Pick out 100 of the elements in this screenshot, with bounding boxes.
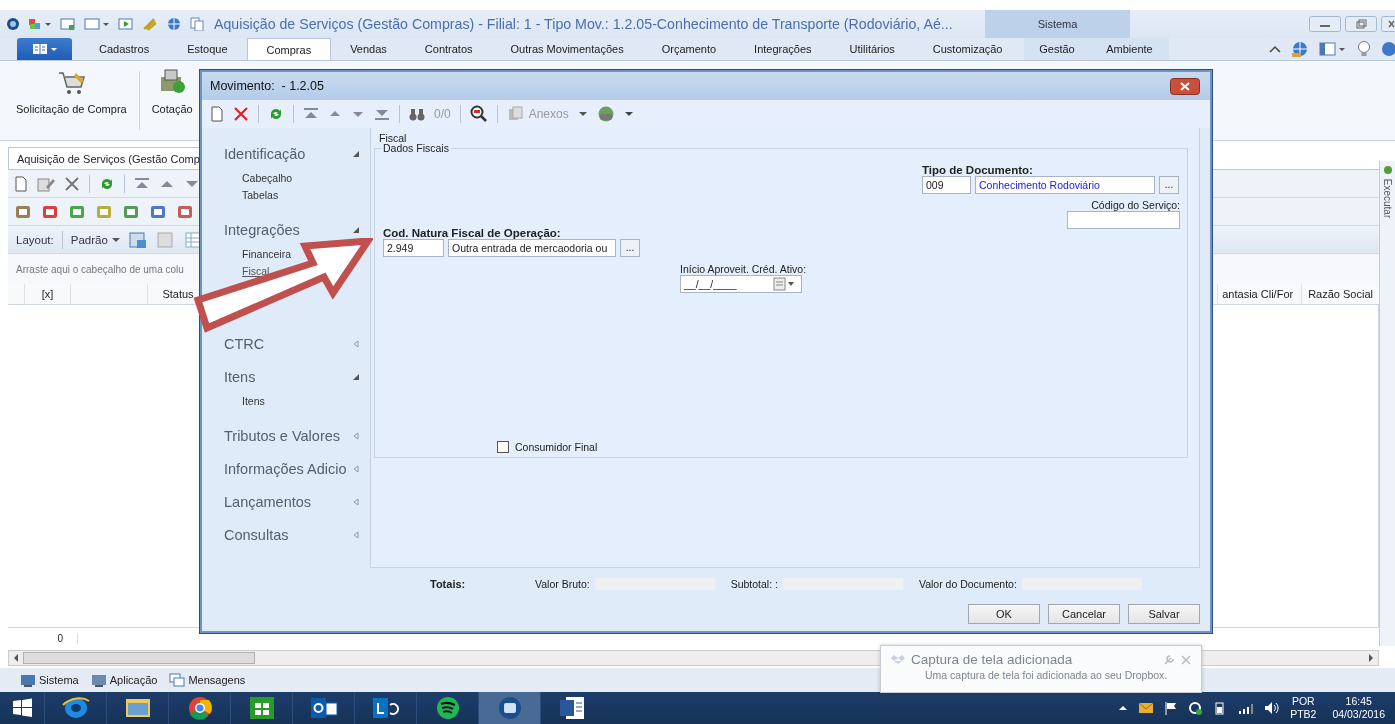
ribbon-tab[interactable]: Compras	[246, 38, 332, 60]
dialog-button[interactable]: OK	[968, 604, 1040, 624]
save-layout-icon[interactable]	[127, 230, 148, 249]
dropdown-icon[interactable]	[577, 111, 588, 117]
collapse-icon[interactable]	[352, 150, 360, 158]
last-record-icon[interactable]	[374, 107, 390, 121]
minimize-button[interactable]	[1309, 16, 1341, 32]
mail-icon[interactable]	[1138, 702, 1155, 714]
ribbon-tab[interactable]: Contratos	[405, 38, 492, 60]
ribbon-tab[interactable]: Ambiente	[1098, 38, 1161, 60]
expand-icon[interactable]	[352, 432, 360, 440]
ribbon-tab[interactable]: Orçamento	[642, 38, 736, 60]
expand-icon[interactable]	[352, 498, 360, 506]
ribbon-tab[interactable]: Utilitários	[830, 38, 914, 60]
panel-tab[interactable]: Aplicação	[90, 672, 158, 688]
code-field[interactable]: 2.949	[383, 239, 444, 257]
delete-icon[interactable]	[64, 175, 80, 192]
dialog-button[interactable]: Salvar	[1128, 604, 1200, 624]
lookup-button[interactable]: ...	[620, 239, 640, 257]
column-header[interactable]: Razão Social	[1302, 284, 1379, 304]
cubes-icon[interactable]	[28, 17, 52, 31]
nav-group-header[interactable]: Identificação	[224, 146, 306, 162]
first-record-icon[interactable]	[303, 107, 319, 121]
ribbon-tab[interactable]: Outras Movimentações	[491, 38, 643, 60]
nav-link[interactable]: Fiscal	[242, 264, 270, 278]
nav-link[interactable]: Itens	[242, 394, 265, 408]
panel-tab[interactable]: Mensagens	[169, 672, 246, 688]
ribbon-tab[interactable]: Estoque	[168, 38, 247, 60]
signal-icon[interactable]	[1238, 701, 1255, 715]
nav-group-header[interactable]: Itens	[224, 369, 256, 385]
window-icon[interactable]	[60, 17, 76, 31]
column-header[interactable]: antasia Cli/For	[1217, 284, 1303, 304]
edit-icon[interactable]	[37, 175, 55, 192]
nav-group-header[interactable]: Informações Adicio	[224, 461, 347, 477]
nav-group-header[interactable]: CTRC	[224, 336, 265, 352]
nav-link[interactable]: Cabeçalho	[242, 171, 293, 185]
expand-icon[interactable]	[352, 531, 360, 539]
dialog-button[interactable]: Cancelar	[1048, 604, 1120, 624]
expand-icon[interactable]	[352, 465, 360, 473]
clock-date[interactable]: 04/03/2016	[1332, 708, 1385, 721]
new-icon[interactable]	[14, 175, 28, 192]
layout-icon[interactable]	[1319, 41, 1347, 57]
calendar-dropdown-icon[interactable]	[773, 277, 795, 291]
nav-group-header[interactable]: Lançamentos	[224, 494, 312, 510]
close-button[interactable]	[1381, 16, 1395, 32]
language-indicator[interactable]: POR	[1291, 695, 1315, 708]
grid-icon[interactable]	[183, 230, 200, 249]
checkbox[interactable]	[497, 441, 509, 453]
globe-icon[interactable]	[596, 105, 615, 123]
help-icon[interactable]	[1381, 41, 1395, 57]
file-menu-button[interactable]	[17, 38, 72, 60]
nav-group-header[interactable]: Tributos e Valores	[224, 428, 341, 444]
description-field[interactable]: Outra entrada de mercaodoria ou	[448, 239, 616, 257]
nav-group-header[interactable]: Integrações	[224, 222, 300, 238]
restore-button[interactable]	[1345, 16, 1377, 32]
ribbon-button[interactable]: Solicitação de Compra	[8, 65, 135, 136]
ribbon-tab[interactable]: Gestão	[1031, 38, 1083, 60]
expand-icon[interactable]	[352, 340, 360, 348]
nav-link[interactable]: Tabelas	[242, 188, 279, 202]
column-header[interactable]: [x]	[25, 284, 71, 304]
show-hidden-icon[interactable]	[1118, 703, 1129, 713]
lookup-button[interactable]: ...	[1159, 176, 1179, 194]
keyboard-layout[interactable]: PTB2	[1290, 708, 1317, 721]
window-icon[interactable]	[84, 17, 110, 31]
first-record-icon[interactable]	[134, 176, 150, 191]
globe-icon[interactable]	[1291, 40, 1309, 58]
collapse-icon[interactable]	[1269, 44, 1281, 54]
refresh-icon[interactable]	[268, 106, 284, 122]
binoculars-icon[interactable]	[409, 107, 425, 121]
description-field[interactable]: Conhecimento Rodoviário	[975, 176, 1155, 194]
taskbar-app[interactable]	[478, 692, 540, 724]
volume-icon[interactable]	[1264, 701, 1281, 715]
search-icon[interactable]	[469, 105, 488, 123]
date-field[interactable]: __/__/____	[680, 275, 802, 293]
dropdown-icon[interactable]	[623, 111, 634, 117]
code-field[interactable]: 009	[922, 176, 971, 194]
ribbon-tab[interactable]: Cadastros	[80, 38, 169, 60]
new-icon[interactable]	[210, 106, 224, 122]
ribbon-tab[interactable]: Vendas	[331, 38, 406, 60]
scroll-left-icon[interactable]	[13, 654, 19, 662]
panel-tab[interactable]: Sistema	[20, 672, 79, 688]
delete-icon[interactable]	[233, 106, 249, 122]
play-icon[interactable]	[118, 17, 134, 31]
clock-time[interactable]: 16:45	[1345, 695, 1372, 708]
scroll-right-icon[interactable]	[1368, 654, 1374, 662]
globe-icon[interactable]	[166, 17, 182, 31]
ribbon-tab[interactable]: Customização	[913, 38, 1022, 60]
execute-tab[interactable]: Executar	[1382, 178, 1393, 219]
collapse-icon[interactable]	[352, 373, 360, 381]
ribbon-tab[interactable]: Integrações	[735, 38, 831, 60]
sync-icon[interactable]	[1188, 701, 1203, 715]
copy-icon[interactable]	[190, 17, 204, 31]
nav-group-header[interactable]: Consultas	[224, 527, 289, 543]
input-field[interactable]	[1067, 211, 1180, 229]
gear-icon[interactable]	[1382, 165, 1393, 175]
lightbulb-icon[interactable]	[1357, 40, 1371, 58]
layout-dropdown[interactable]: Padrão	[70, 233, 120, 246]
app-logo-icon[interactable]	[6, 17, 20, 31]
close-button[interactable]	[1170, 77, 1200, 95]
flag-icon[interactable]	[1164, 701, 1179, 715]
